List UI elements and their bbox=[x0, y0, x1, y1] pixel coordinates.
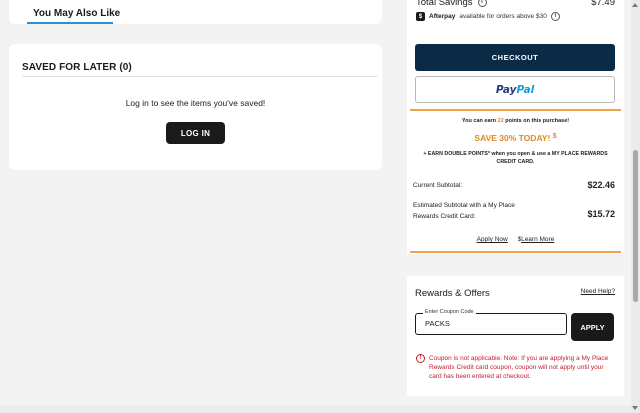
earn-points-message: You can earn 22 points on this purchase! bbox=[461, 118, 570, 124]
save-today-banner: SAVE 30% TODAY! $ bbox=[474, 133, 557, 143]
double-points-message: + EARN DOUBLE POINTS* when you open & us… bbox=[423, 151, 608, 165]
afterpay-logo-icon: $ bbox=[416, 12, 425, 21]
error-icon: ! bbox=[416, 354, 425, 363]
scrollbar-thumb[interactable] bbox=[633, 150, 638, 302]
coupon-code-label: Enter Coupon Code bbox=[423, 309, 476, 315]
checkout-button[interactable]: CHECKOUT bbox=[415, 44, 615, 71]
total-savings-label: Total Savings i bbox=[416, 0, 487, 8]
page-scrollbar[interactable] bbox=[631, 0, 640, 413]
current-subtotal-value: $22.46 bbox=[587, 180, 615, 190]
afterpay-name: Afterpay bbox=[429, 13, 456, 20]
coupon-code-field[interactable]: Enter Coupon Code bbox=[415, 309, 567, 335]
scroll-down-arrow-icon[interactable] bbox=[632, 406, 638, 410]
saved-for-later-title: SAVED FOR LATER (0) bbox=[22, 62, 132, 73]
afterpay-row: $ Afterpay available for orders above $3… bbox=[416, 12, 560, 21]
divider-orange-bottom bbox=[410, 251, 621, 253]
active-tab-indicator bbox=[27, 22, 113, 24]
coupon-code-input[interactable] bbox=[425, 319, 560, 328]
info-icon[interactable]: i bbox=[477, 0, 487, 7]
rewards-offers-panel: Rewards & Offers Need Help? Enter Coupon… bbox=[407, 276, 624, 396]
afterpay-info-icon[interactable]: i bbox=[550, 12, 560, 21]
total-savings-value: $7.49 bbox=[591, 0, 615, 8]
saved-for-later-section: SAVED FOR LATER (0) Log in to see the it… bbox=[9, 44, 382, 170]
bottom-edge bbox=[0, 405, 631, 413]
tab-you-may-also-like[interactable]: You May Also Like bbox=[33, 8, 120, 19]
credit-card-links: Apply Now $Learn More bbox=[407, 236, 624, 243]
rewards-offers-title: Rewards & Offers bbox=[415, 288, 490, 299]
afterpay-text: available for orders above $30 bbox=[459, 13, 547, 20]
scroll-up-arrow-icon[interactable] bbox=[632, 3, 638, 7]
you-may-also-like-section: You May Also Like bbox=[9, 0, 382, 24]
log-in-button[interactable]: LOG IN bbox=[166, 122, 225, 144]
learn-more-link[interactable]: Learn More bbox=[521, 236, 554, 243]
estimated-subtotal-value: $15.72 bbox=[587, 209, 615, 219]
paypal-logo: PayPal bbox=[495, 83, 535, 96]
earn-points-value: 22 bbox=[497, 118, 504, 124]
apply-now-link[interactable]: Apply Now bbox=[477, 236, 508, 243]
need-help-link[interactable]: Need Help? bbox=[581, 288, 615, 295]
order-summary-panel: Total Savings i $7.49 $ Afterpay availab… bbox=[407, 0, 624, 254]
estimated-subtotal-label: Estimated Subtotal with a My Place Rewar… bbox=[413, 202, 515, 220]
coupon-error-message: Coupon is not applicable. Note: If you a… bbox=[429, 355, 609, 380]
divider bbox=[22, 76, 378, 77]
divider-orange bbox=[410, 109, 621, 111]
current-subtotal-row: Current Subtotal: $22.46 bbox=[413, 180, 615, 190]
paypal-button[interactable]: PayPal bbox=[415, 76, 615, 103]
apply-coupon-button[interactable]: APPLY bbox=[571, 313, 614, 341]
dollar-sign-icon: $ bbox=[552, 133, 557, 140]
saved-items-login-message: Log in to see the items you've saved! bbox=[125, 98, 266, 108]
